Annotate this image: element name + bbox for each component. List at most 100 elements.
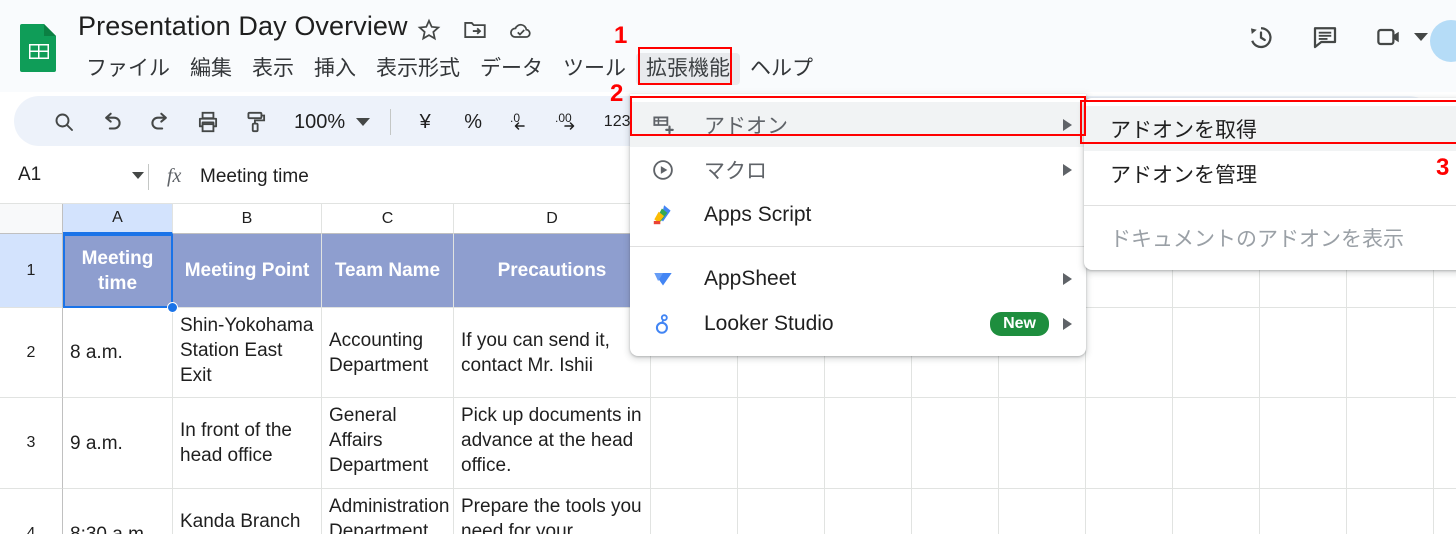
column-header-d[interactable]: D [454,204,651,234]
print-icon[interactable] [184,100,232,144]
cell-c3[interactable]: General Affairs Department [322,398,454,489]
currency-format-button[interactable]: ¥ [401,100,449,144]
chevron-down-icon[interactable] [132,171,144,179]
menu-item-data[interactable]: データ [470,53,553,85]
row-header-3[interactable]: 3 [0,398,63,489]
menu-item-file[interactable]: ファイル [76,53,180,85]
cell-j2[interactable] [1086,308,1173,398]
cell-n4[interactable] [1434,489,1456,534]
submenu-option-show-document-addons: ドキュメントのアドオンを表示 [1084,215,1456,260]
cloud-saved-icon[interactable] [508,17,534,43]
sheets-logo[interactable] [18,22,60,74]
cell-k3[interactable] [1173,398,1260,489]
version-history-icon[interactable] [1246,22,1276,52]
menu-option-macros[interactable]: マクロ [630,147,1086,192]
top-right-actions [1246,22,1428,52]
menu-option-appsheet[interactable]: AppSheet [630,256,1086,301]
row-headers: 1 2 3 4 [0,234,63,534]
document-title[interactable]: Presentation Day Overview [78,11,408,42]
percent-format-button[interactable]: % [449,100,497,144]
menu-option-addons[interactable]: アドオン [630,102,1086,147]
menu-item-tools[interactable]: ツール [553,53,636,85]
formula-bar-divider [148,164,149,190]
fill-handle[interactable] [167,302,178,313]
comment-icon[interactable] [1310,22,1340,52]
decrease-decimal-button[interactable]: .0 [497,100,545,144]
move-to-folder-icon[interactable] [462,17,488,43]
cell-i4[interactable] [999,489,1086,534]
increase-decimal-button[interactable]: .00 [545,100,593,144]
cell-d3[interactable]: Pick up documents in advance at the head… [454,398,651,489]
cell-a2[interactable]: 8 a.m. [63,308,173,398]
cell-a3[interactable]: 9 a.m. [63,398,173,489]
title-bar: Presentation Day Overview ファイル 編集 表示 挿入 … [0,0,1456,92]
row-header-4[interactable]: 4 [0,489,63,534]
cell-l4[interactable] [1260,489,1347,534]
cell-m4[interactable] [1347,489,1434,534]
select-all-corner[interactable] [0,204,63,234]
menu-item-insert[interactable]: 挿入 [304,53,366,85]
menu-item-format[interactable]: 表示形式 [366,53,470,85]
zoom-selector[interactable]: 100% [280,111,380,134]
cell-e3[interactable] [651,398,738,489]
row-header-2[interactable]: 2 [0,308,63,398]
cell-b3[interactable]: In front of the head office [173,398,322,489]
cell-c1[interactable]: Team Name [322,234,454,308]
column-header-b[interactable]: B [173,204,322,234]
meet-camera-icon[interactable] [1374,22,1404,52]
avatar[interactable] [1430,20,1456,62]
menu-option-label: アドオン [704,114,788,138]
cell-f3[interactable] [738,398,825,489]
cell-f4[interactable] [738,489,825,534]
cell-n3[interactable] [1434,398,1456,489]
cell-n2[interactable] [1434,308,1456,398]
redo-icon[interactable] [136,100,184,144]
menu-item-view[interactable]: 表示 [242,53,304,85]
paint-format-icon[interactable] [232,100,280,144]
zoom-value: 100% [294,110,346,133]
cell-d4[interactable]: Prepare the tools you need for your pres… [454,489,651,534]
chevron-down-icon[interactable] [356,118,371,126]
cell-c2[interactable]: Accounting Department [322,308,454,398]
star-icon[interactable] [416,17,442,43]
menu-option-looker-studio[interactable]: Looker Studio New [630,301,1086,346]
cell-i3[interactable] [999,398,1086,489]
cell-c4[interactable]: Administration Department [322,489,454,534]
row-header-1[interactable]: 1 [0,234,63,308]
formula-input[interactable]: Meeting time [200,166,309,188]
menu-item-extensions[interactable]: 拡張機能 [636,53,740,85]
menu-item-help[interactable]: ヘルプ [740,53,823,85]
cell-a4[interactable]: 8:30 a.m. [63,489,173,534]
cell-l2[interactable] [1260,308,1347,398]
undo-icon[interactable] [88,100,136,144]
name-box[interactable]: A1 [18,164,144,186]
cell-j4[interactable] [1086,489,1173,534]
meet-button[interactable] [1374,22,1428,52]
column-header-c[interactable]: C [322,204,454,234]
cell-d2[interactable]: If you can send it, contact Mr. Ishii [454,308,651,398]
cell-h4[interactable] [912,489,999,534]
cell-m3[interactable] [1347,398,1434,489]
cell-b1[interactable]: Meeting Point [173,234,322,308]
cell-b4[interactable]: Kanda Branch Office [173,489,322,534]
cell-g3[interactable] [825,398,912,489]
cell-k2[interactable] [1173,308,1260,398]
menu-option-apps-script[interactable]: Apps Script [630,192,1086,237]
cell-k4[interactable] [1173,489,1260,534]
column-header-a[interactable]: A [63,204,173,234]
cell-j3[interactable] [1086,398,1173,489]
cell-b2[interactable]: Shin-Yokohama Station East Exit [173,308,322,398]
cell-m2[interactable] [1347,308,1434,398]
cell-g4[interactable] [825,489,912,534]
cell-h3[interactable] [912,398,999,489]
submenu-option-get-addons[interactable]: アドオンを取得 [1084,106,1456,151]
svg-text:.00: .00 [555,111,572,125]
search-icon[interactable] [40,100,88,144]
chevron-down-icon[interactable] [1414,33,1428,41]
cell-e4[interactable] [651,489,738,534]
cell-a1[interactable]: Meeting time [63,234,173,308]
cell-l3[interactable] [1260,398,1347,489]
cell-d1[interactable]: Precautions [454,234,651,308]
submenu-option-manage-addons[interactable]: アドオンを管理 [1084,151,1456,196]
menu-item-edit[interactable]: 編集 [180,53,242,85]
